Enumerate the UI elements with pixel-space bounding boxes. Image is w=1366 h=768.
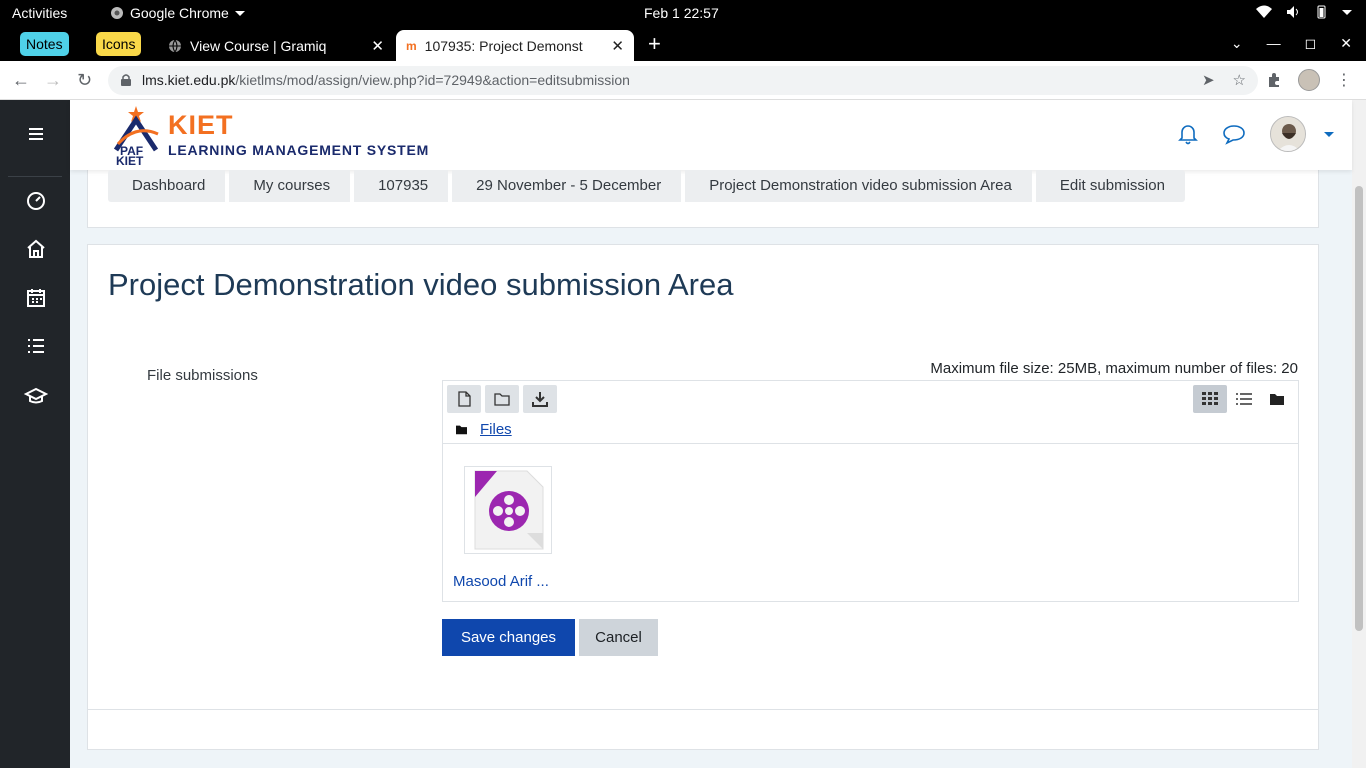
create-folder-button[interactable]: [485, 385, 519, 413]
logo-title: KIET: [168, 110, 234, 140]
tab-project-demonstration[interactable]: m 107935: Project Demonst ✕: [396, 30, 634, 61]
tab-view-course[interactable]: View Course | Gramiq ✕: [158, 30, 394, 61]
profile-avatar[interactable]: [1298, 69, 1320, 91]
list-icon[interactable]: [24, 334, 48, 358]
file-manager: Files Masood Arif ...: [442, 380, 1299, 602]
breadcrumb-item-current: Edit submission: [1035, 170, 1185, 202]
battery-icon: [1317, 5, 1326, 19]
chevron-down-icon: [1342, 9, 1352, 15]
graduation-cap-icon[interactable]: [24, 384, 48, 408]
logo-badge-bottom: KIET: [116, 154, 144, 166]
breadcrumb-item-assignment[interactable]: Project Demonstration video submission A…: [685, 170, 1032, 202]
folder-filled-icon: [456, 425, 467, 435]
lock-icon: [121, 74, 131, 86]
scrollbar-thumb[interactable]: [1355, 186, 1363, 631]
bell-icon[interactable]: [1178, 123, 1198, 145]
page-content: PAF KIET KIET LEARNING MANAGEMENT SYSTEM…: [0, 100, 1366, 768]
folder-filled-icon: [1270, 394, 1284, 405]
kiet-emblem-icon: PAF KIET: [113, 106, 159, 166]
system-tray[interactable]: [1256, 5, 1352, 19]
breadcrumb-item-section[interactable]: 29 November - 5 December: [452, 170, 682, 202]
page-title: Project Demonstration video submission A…: [108, 267, 734, 302]
file-name-link[interactable]: Masood Arif ...: [453, 573, 549, 590]
page-scrollbar[interactable]: [1352, 100, 1366, 768]
drawer-divider: [8, 176, 62, 177]
breadcrumb-item-dashboard[interactable]: Dashboard: [108, 170, 226, 202]
breadcrumb: Dashboard My courses 107935 29 November …: [108, 170, 1189, 202]
address-bar[interactable]: lms.kiet.edu.pk/kietlms/mod/assign/view.…: [108, 66, 1258, 95]
download-icon: [532, 392, 548, 407]
chrome-icon: [111, 7, 123, 19]
list-details-icon: [1236, 393, 1252, 405]
card-footer-divider: [88, 709, 1318, 710]
save-changes-button[interactable]: Save changes: [442, 619, 575, 656]
file-limits-text: Maximum file size: 25MB, maximum number …: [930, 360, 1298, 377]
app-name: Google Chrome: [130, 5, 229, 21]
activities-button[interactable]: Activities: [12, 5, 67, 21]
home-icon[interactable]: [24, 237, 48, 261]
kiet-logo[interactable]: PAF KIET KIET LEARNING MANAGEMENT SYSTEM: [108, 104, 448, 166]
new-tab-button[interactable]: +: [648, 31, 661, 57]
view-icons-button[interactable]: [1193, 385, 1227, 413]
user-avatar[interactable]: [1270, 116, 1306, 152]
hamburger-menu-icon[interactable]: [24, 122, 48, 146]
files-root-link[interactable]: Files: [480, 421, 512, 438]
forward-icon[interactable]: →: [44, 70, 62, 91]
close-icon[interactable]: ✕: [611, 37, 624, 55]
file-icon: [458, 391, 471, 407]
tab-strip: Notes Icons View Course | Gramiq ✕ m 107…: [0, 27, 1366, 61]
tab-search-icon[interactable]: ⌄: [1231, 35, 1243, 52]
tab-group-notes[interactable]: Notes: [20, 32, 69, 56]
back-icon[interactable]: ←: [12, 70, 30, 91]
logo-subtitle: LEARNING MANAGEMENT SYSTEM: [168, 142, 430, 158]
wifi-icon: [1256, 5, 1272, 18]
system-top-bar: Activities Google Chrome Feb 1 22:57: [0, 0, 1366, 27]
url-path: /kietlms/mod/assign/view.php?id=72949&ac…: [235, 72, 630, 88]
file-submissions-label: File submissions: [147, 367, 258, 384]
breadcrumb-item-course[interactable]: 107935: [354, 170, 449, 202]
user-menu-chevron-down-icon[interactable]: [1324, 131, 1334, 137]
reload-icon[interactable]: ↻: [77, 70, 92, 91]
close-icon[interactable]: ✕: [371, 37, 384, 55]
view-tree-button[interactable]: [1260, 385, 1294, 413]
add-file-button[interactable]: [447, 385, 481, 413]
breadcrumb-item-my-courses[interactable]: My courses: [229, 170, 351, 202]
minimize-button[interactable]: —: [1267, 35, 1281, 52]
download-all-button[interactable]: [523, 385, 557, 413]
main-card: Project Demonstration video submission A…: [87, 244, 1319, 750]
close-window-button[interactable]: ✕: [1340, 35, 1352, 52]
volume-icon: [1287, 6, 1298, 18]
file-manager-divider: [443, 443, 1298, 444]
app-menu[interactable]: Google Chrome: [110, 5, 245, 21]
site-navbar: PAF KIET KIET LEARNING MANAGEMENT SYSTEM: [70, 100, 1352, 170]
tab-title: View Course | Gramiq: [190, 37, 327, 54]
grid-icon: [1202, 392, 1218, 405]
folder-icon: [494, 393, 510, 406]
video-file-icon: [474, 470, 544, 550]
file-thumbnail[interactable]: [464, 466, 552, 554]
dashboard-icon[interactable]: [24, 188, 48, 212]
chat-bubble-icon[interactable]: [1222, 123, 1246, 145]
calendar-icon[interactable]: [24, 286, 48, 310]
extensions-icon[interactable]: [1266, 72, 1282, 88]
clock[interactable]: Feb 1 22:57: [644, 5, 719, 21]
browser-toolbar: ← → ↻ lms.kiet.edu.pk/kietlms/mod/assign…: [0, 61, 1366, 100]
url-host: lms.kiet.edu.pk: [142, 72, 236, 88]
send-icon[interactable]: ➤: [1202, 66, 1215, 95]
tab-group-icons[interactable]: Icons: [96, 32, 142, 56]
nav-drawer: [0, 100, 70, 768]
bookmark-star-icon[interactable]: ☆: [1233, 66, 1246, 95]
moodle-icon: m: [406, 38, 417, 53]
globe-icon: [169, 39, 181, 53]
chevron-down-icon: [234, 10, 245, 16]
cancel-button[interactable]: Cancel: [579, 619, 658, 656]
tab-title: 107935: Project Demonst: [424, 37, 583, 54]
view-list-button[interactable]: [1227, 385, 1261, 413]
window-controls: ⌄ — ◻ ✕: [1231, 35, 1352, 52]
menu-dots-icon[interactable]: ⋮: [1336, 70, 1352, 90]
file-path: Files: [455, 421, 512, 438]
maximize-button[interactable]: ◻: [1305, 35, 1317, 52]
